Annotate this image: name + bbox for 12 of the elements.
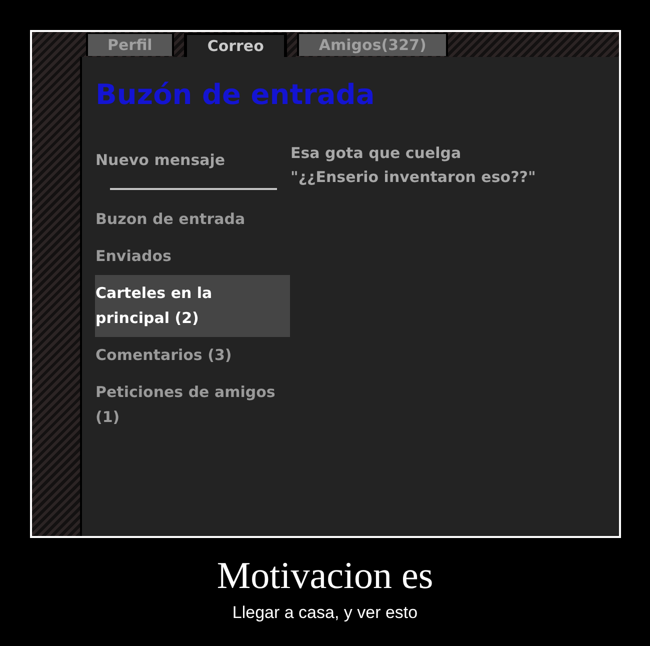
tab[interactable]: Correo (184, 33, 287, 57)
new-message-link[interactable]: Nuevo mensaje (94, 148, 226, 172)
poster-title: Motivacion es (216, 554, 434, 598)
poster-subtitle: Llegar a casa, y ver esto (232, 602, 418, 624)
folder-item[interactable]: Comentarios (3) (94, 337, 290, 374)
folder-item[interactable]: Buzon de entrada (94, 201, 290, 238)
mailbox-heading: Buzón de entrada (94, 77, 375, 113)
folder-item[interactable]: Carteles en la principal (2) (94, 275, 290, 337)
folder-item[interactable]: Peticiones de amigos (1) (94, 374, 290, 436)
message-subject[interactable]: Esa gota que cuelga (290, 141, 462, 165)
folder-item[interactable]: Enviados (94, 238, 290, 275)
message-excerpt: "¿¿Enserio inventaron eso??" (290, 167, 536, 188)
